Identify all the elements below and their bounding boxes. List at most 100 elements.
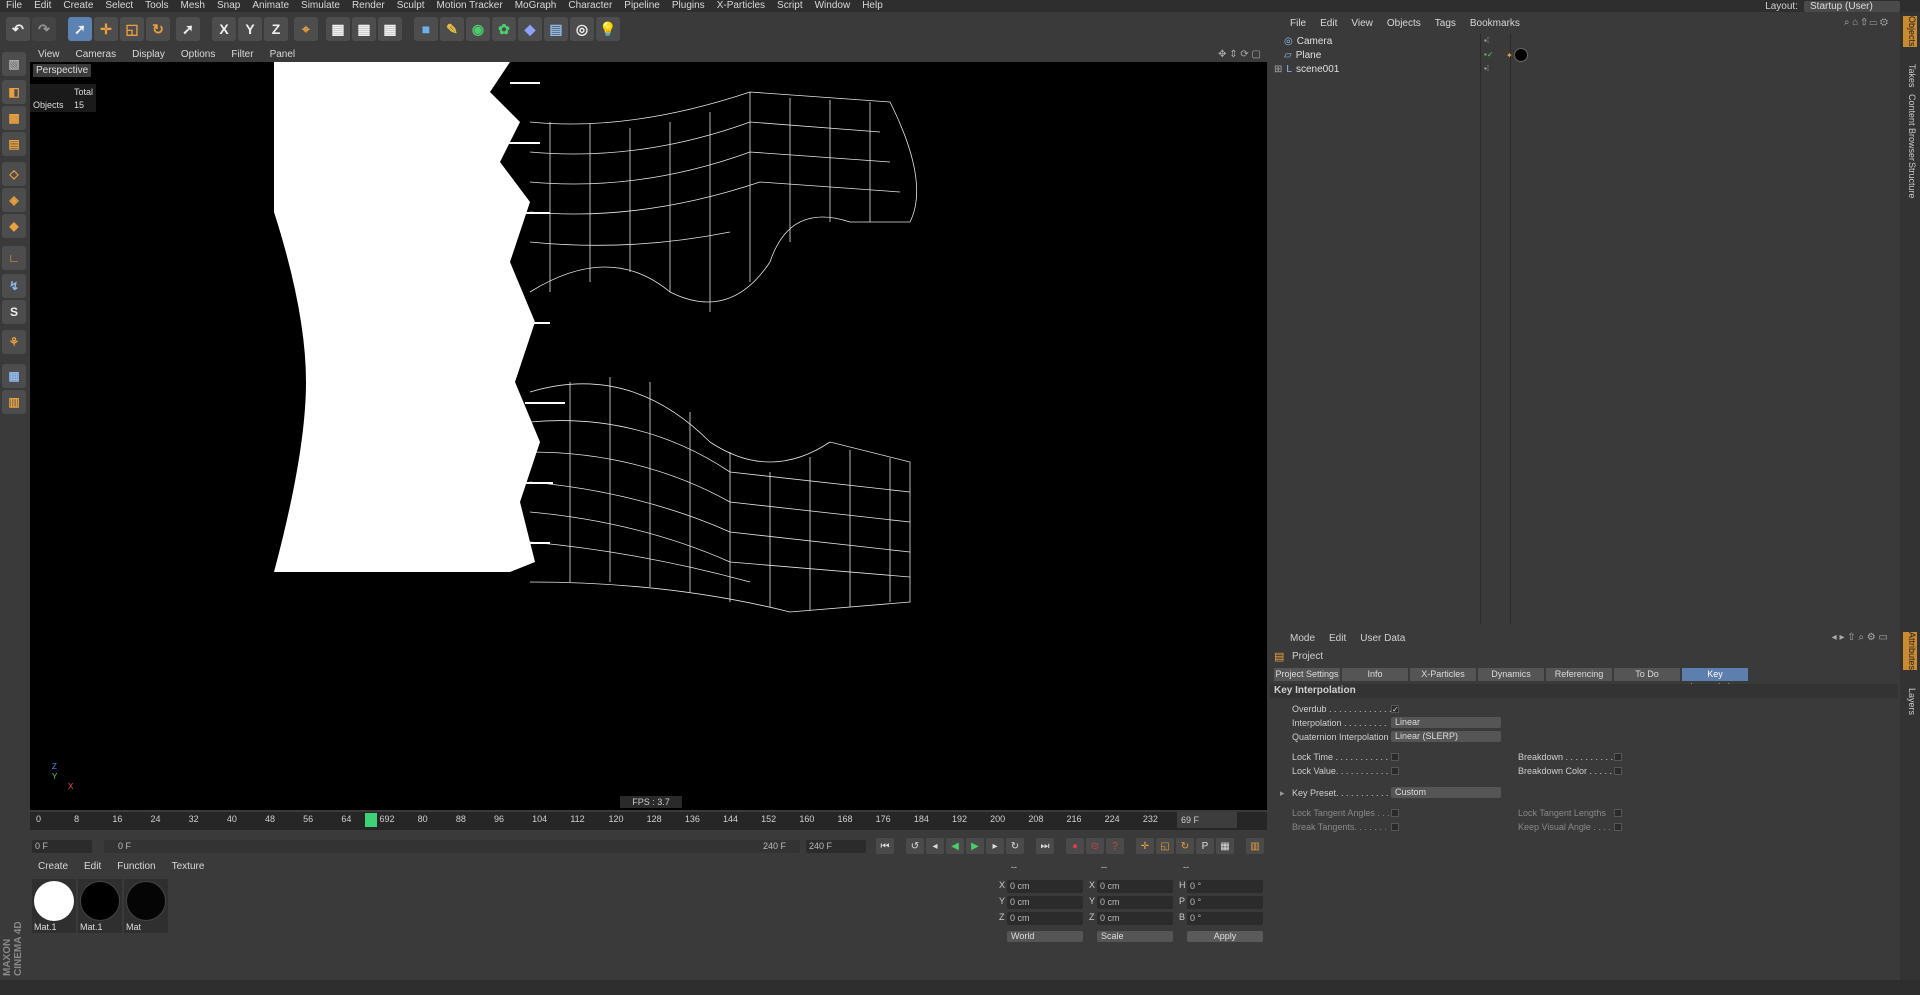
- key-preset-expand-icon[interactable]: ▸: [1280, 788, 1285, 799]
- tab-objects-vertical[interactable]: Objects: [1903, 16, 1917, 47]
- material-swatch[interactable]: Mat: [124, 879, 168, 933]
- render-settings-icon[interactable]: ▦: [378, 17, 402, 41]
- record-parameter-icon[interactable]: P: [1196, 838, 1214, 854]
- menu-x-particles[interactable]: X-Particles: [711, 0, 771, 12]
- size-y-field[interactable]: 0 cm: [1097, 896, 1173, 909]
- position-z-field[interactable]: 0 cm: [1007, 912, 1083, 925]
- record-rotation-icon[interactable]: ↻: [1176, 838, 1194, 854]
- planar-workplane-icon[interactable]: ▥: [2, 390, 26, 414]
- position-y-field[interactable]: 0 cm: [1007, 896, 1083, 909]
- menu-window[interactable]: Window: [809, 0, 857, 12]
- viewport-menu-filter[interactable]: Filter: [223, 48, 261, 61]
- tab-key-interpolation[interactable]: Key Interpolation: [1682, 668, 1748, 692]
- coordinate-system-icon[interactable]: ⌖: [294, 17, 318, 41]
- apply-button[interactable]: Apply: [1187, 931, 1263, 942]
- size-x-field[interactable]: 0 cm: [1097, 880, 1173, 893]
- current-frame-field[interactable]: 69 F: [1177, 812, 1237, 828]
- light-icon[interactable]: 💡: [596, 17, 620, 41]
- sculpt-icon[interactable]: ⚘: [2, 330, 26, 354]
- live-selection-icon[interactable]: ➚: [68, 17, 92, 41]
- tab-structure-vertical[interactable]: Structure: [1903, 162, 1917, 199]
- menu-motion-tracker[interactable]: Motion Tracker: [431, 0, 509, 12]
- material-tag-icon[interactable]: [1514, 48, 1528, 62]
- tab-attributes-vertical[interactable]: Attributes: [1903, 632, 1917, 671]
- material-swatch[interactable]: Mat.1: [78, 879, 122, 933]
- redo-icon[interactable]: ↷: [32, 17, 56, 41]
- viewport-menu-cameras[interactable]: Cameras: [68, 48, 125, 61]
- attribute-menu-edit[interactable]: Edit: [1322, 632, 1353, 646]
- break-tangents-checkbox[interactable]: [1391, 823, 1399, 831]
- prev-key-icon[interactable]: ↺: [906, 838, 924, 854]
- menu-simulate[interactable]: Simulate: [295, 0, 346, 12]
- visibility-toggle-icon[interactable]: ▪⁞: [1484, 36, 1489, 45]
- workplane-icon[interactable]: ▤: [2, 132, 26, 156]
- menu-script[interactable]: Script: [771, 0, 809, 12]
- snap-icon[interactable]: S: [2, 300, 26, 324]
- object-row-scene001[interactable]: ⊞ L scene001: [1274, 63, 1339, 77]
- tab-layers-vertical[interactable]: Layers: [1903, 688, 1917, 715]
- menu-mograph[interactable]: MoGraph: [509, 0, 563, 12]
- pen-icon[interactable]: ✎: [440, 17, 464, 41]
- menu-create[interactable]: Create: [57, 0, 99, 12]
- recent-tool-icon[interactable]: ➚: [176, 17, 200, 41]
- goto-start-icon[interactable]: ⏮: [876, 838, 894, 854]
- play-forward-icon[interactable]: ▶: [966, 838, 984, 854]
- lock-time-checkbox[interactable]: [1391, 753, 1399, 761]
- record-position-icon[interactable]: ✛: [1136, 838, 1154, 854]
- edges-mode-icon[interactable]: ◈: [2, 188, 26, 212]
- phong-tag-icon[interactable]: ✦: [1506, 51, 1513, 60]
- rotate-icon[interactable]: ↻: [146, 17, 170, 41]
- menu-pipeline[interactable]: Pipeline: [618, 0, 666, 12]
- menu-file[interactable]: File: [0, 0, 28, 12]
- next-key-icon[interactable]: ↻: [1006, 838, 1024, 854]
- axis-mode-icon[interactable]: ∟: [2, 246, 26, 270]
- quaternion-dropdown[interactable]: Linear (SLERP): [1391, 731, 1501, 742]
- subdivision-icon[interactable]: ◉: [466, 17, 490, 41]
- object-menu-edit[interactable]: Edit: [1313, 17, 1344, 31]
- cloner-icon[interactable]: ✿: [492, 17, 516, 41]
- lock-workplane-icon[interactable]: ▦: [2, 364, 26, 388]
- cube-icon[interactable]: ■: [414, 17, 438, 41]
- viewport-menu-display[interactable]: Display: [124, 48, 173, 61]
- visibility-toggle-icon[interactable]: ▪⁞: [1484, 64, 1489, 73]
- tab-dynamics[interactable]: Dynamics: [1478, 668, 1544, 681]
- material-menu-function[interactable]: Function: [109, 860, 163, 874]
- keyframe-selection-icon[interactable]: ?: [1106, 838, 1124, 854]
- object-menu-view[interactable]: View: [1344, 17, 1380, 31]
- menu-sculpt[interactable]: Sculpt: [391, 0, 431, 12]
- timeline-ruler[interactable]: 0 8 16 24 32 40 48 56 64 692 80 88 96 104 112 120 128 136…: [30, 812, 1267, 830]
- timeline-window-icon[interactable]: ▥: [1246, 838, 1264, 854]
- material-menu-edit[interactable]: Edit: [76, 860, 109, 874]
- menu-snap[interactable]: Snap: [211, 0, 246, 12]
- play-backward-icon[interactable]: ◀: [946, 838, 964, 854]
- interpolation-dropdown[interactable]: Linear: [1391, 717, 1501, 728]
- goto-end-icon[interactable]: ⏭: [1036, 838, 1054, 854]
- material-menu-create[interactable]: Create: [30, 860, 76, 874]
- rotation-b-field[interactable]: 0 °: [1187, 912, 1263, 925]
- scale-icon[interactable]: ◱: [120, 17, 144, 41]
- points-mode-icon[interactable]: ◇: [2, 162, 26, 186]
- visibility-toggle-icon[interactable]: ▪✓: [1484, 50, 1494, 59]
- size-z-field[interactable]: 0 cm: [1097, 912, 1173, 925]
- expand-icon[interactable]: ⊞: [1274, 63, 1282, 77]
- menu-animate[interactable]: Animate: [246, 0, 295, 12]
- viewport-perspective[interactable]: Perspective Total Objects 15 Z Y X FPS :…: [30, 62, 1267, 810]
- object-menu-tags[interactable]: Tags: [1428, 17, 1463, 31]
- object-row-plane[interactable]: ▱ Plane: [1274, 49, 1321, 63]
- material-menu-texture[interactable]: Texture: [164, 860, 213, 874]
- axis-x-button[interactable]: X: [212, 17, 236, 41]
- object-menu-bookmarks[interactable]: Bookmarks: [1463, 17, 1527, 31]
- record-scale-icon[interactable]: ◱: [1156, 838, 1174, 854]
- material-swatch[interactable]: Mat.1: [32, 879, 76, 933]
- key-preset-dropdown[interactable]: Custom: [1391, 787, 1501, 798]
- object-row-camera[interactable]: ◎ Camera: [1274, 35, 1332, 49]
- overdub-checkbox[interactable]: ✓: [1391, 705, 1399, 714]
- rotation-h-field[interactable]: 0 °: [1187, 880, 1263, 893]
- layout-select[interactable]: Startup (User): [1804, 0, 1900, 12]
- viewport-menu-panel[interactable]: Panel: [262, 48, 304, 61]
- render-picture-viewer-icon[interactable]: ▦: [352, 17, 376, 41]
- menu-plugins[interactable]: Plugins: [666, 0, 711, 12]
- object-menu-file[interactable]: File: [1270, 17, 1313, 31]
- tab-content-browser-vertical[interactable]: Content Browser: [1903, 94, 1917, 161]
- menu-select[interactable]: Select: [99, 0, 139, 12]
